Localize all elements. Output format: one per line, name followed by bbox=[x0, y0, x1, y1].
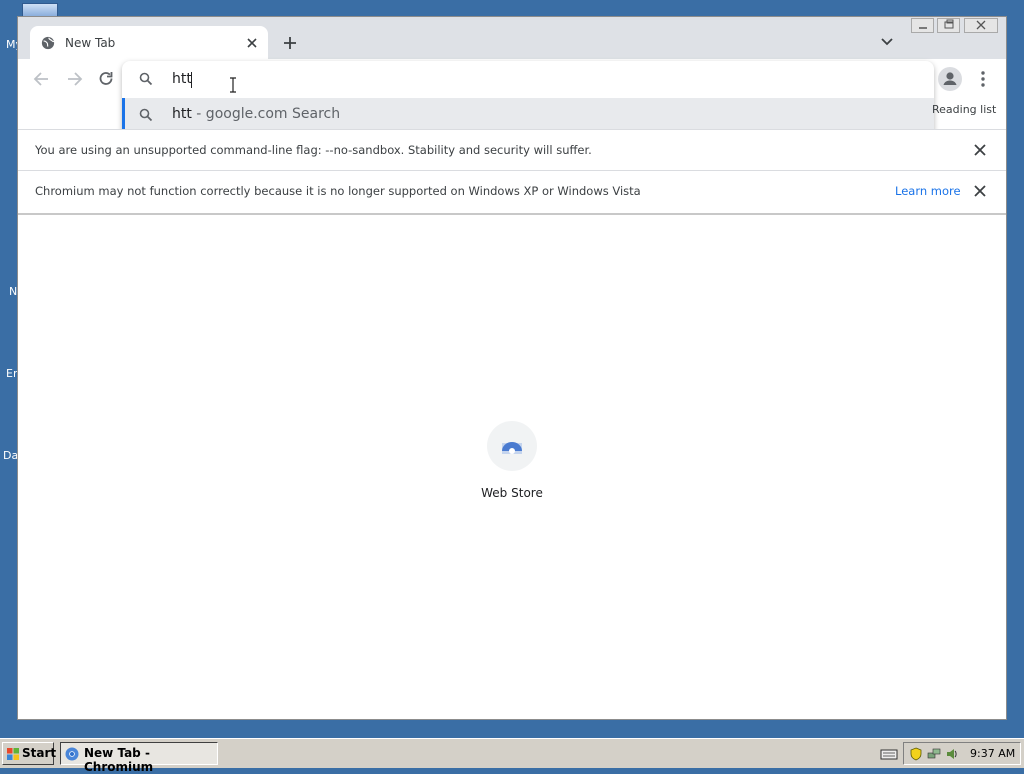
kebab-menu-icon[interactable] bbox=[976, 69, 990, 89]
learn-more-link[interactable]: Learn more bbox=[895, 184, 961, 198]
shortcut-label: Web Store bbox=[481, 486, 543, 500]
suggestion-search-icon bbox=[139, 108, 153, 122]
back-arrow-icon[interactable] bbox=[32, 69, 52, 89]
new-tab-plus-icon[interactable] bbox=[281, 34, 299, 52]
infobar-message: Chromium may not function correctly beca… bbox=[35, 184, 641, 198]
web-store-icon bbox=[502, 442, 522, 454]
shortcut-web-store[interactable] bbox=[487, 421, 537, 471]
omnibox-input[interactable] bbox=[172, 69, 872, 89]
browser-toolbar: htt - google.com Search Reading list bbox=[18, 59, 1006, 141]
person-icon bbox=[943, 72, 957, 85]
network-icon[interactable] bbox=[927, 747, 941, 761]
system-tray: 9:37 AM bbox=[903, 742, 1021, 765]
taskbar-item-label: New Tab - Chromium bbox=[84, 746, 154, 774]
volume-icon[interactable] bbox=[945, 747, 959, 761]
forward-arrow-icon[interactable] bbox=[64, 69, 84, 89]
windows-logo-icon bbox=[7, 748, 19, 760]
tab-title: New Tab bbox=[65, 36, 116, 50]
ibeam-cursor-icon bbox=[230, 77, 236, 93]
suggestion-query: htt bbox=[172, 106, 192, 122]
browser-window: New Tab htt htt - google.com Search Read… bbox=[17, 16, 1007, 720]
infobar-no-sandbox: You are using an unsupported command-lin… bbox=[18, 129, 1006, 170]
content-divider bbox=[18, 213, 1006, 215]
infobar-close-icon[interactable] bbox=[973, 184, 987, 198]
taskbar-item-chromium[interactable]: New Tab - Chromium bbox=[60, 742, 218, 774]
tab-search-chevron-icon[interactable] bbox=[880, 35, 894, 49]
globe-icon bbox=[41, 36, 55, 50]
search-icon bbox=[139, 72, 153, 86]
start-label: Start bbox=[22, 746, 57, 760]
chromium-icon bbox=[65, 747, 79, 761]
keyboard-icon[interactable] bbox=[880, 747, 898, 761]
taskbar: Start New Tab - Chromium 9:37 AM bbox=[0, 738, 1024, 774]
tab-new-tab[interactable]: New Tab bbox=[30, 26, 268, 60]
infobar-unsupported-os: Chromium may not function correctly beca… bbox=[18, 170, 1006, 211]
infobar-close-icon[interactable] bbox=[973, 143, 987, 157]
reading-list-button[interactable]: Reading list bbox=[932, 103, 996, 116]
clock: 9:37 AM bbox=[970, 747, 1016, 760]
omnibox[interactable] bbox=[122, 61, 934, 97]
text-caret bbox=[191, 72, 192, 88]
suggestion-text: htt - google.com Search bbox=[172, 106, 340, 122]
shield-icon[interactable] bbox=[909, 747, 923, 761]
tab-close-icon[interactable] bbox=[244, 35, 260, 51]
profile-avatar-button[interactable] bbox=[938, 67, 962, 91]
reload-icon[interactable] bbox=[96, 69, 116, 89]
infobar-message: You are using an unsupported command-lin… bbox=[35, 143, 592, 157]
suggestion-suffix: - google.com Search bbox=[191, 106, 341, 122]
tab-strip: New Tab bbox=[18, 17, 1006, 60]
minimize-button[interactable] bbox=[911, 18, 934, 33]
window-close-button[interactable] bbox=[964, 18, 998, 33]
restore-button[interactable] bbox=[937, 18, 960, 33]
start-button[interactable]: Start bbox=[2, 742, 57, 765]
omnibox-suggestion[interactable]: htt - google.com Search bbox=[122, 98, 934, 132]
